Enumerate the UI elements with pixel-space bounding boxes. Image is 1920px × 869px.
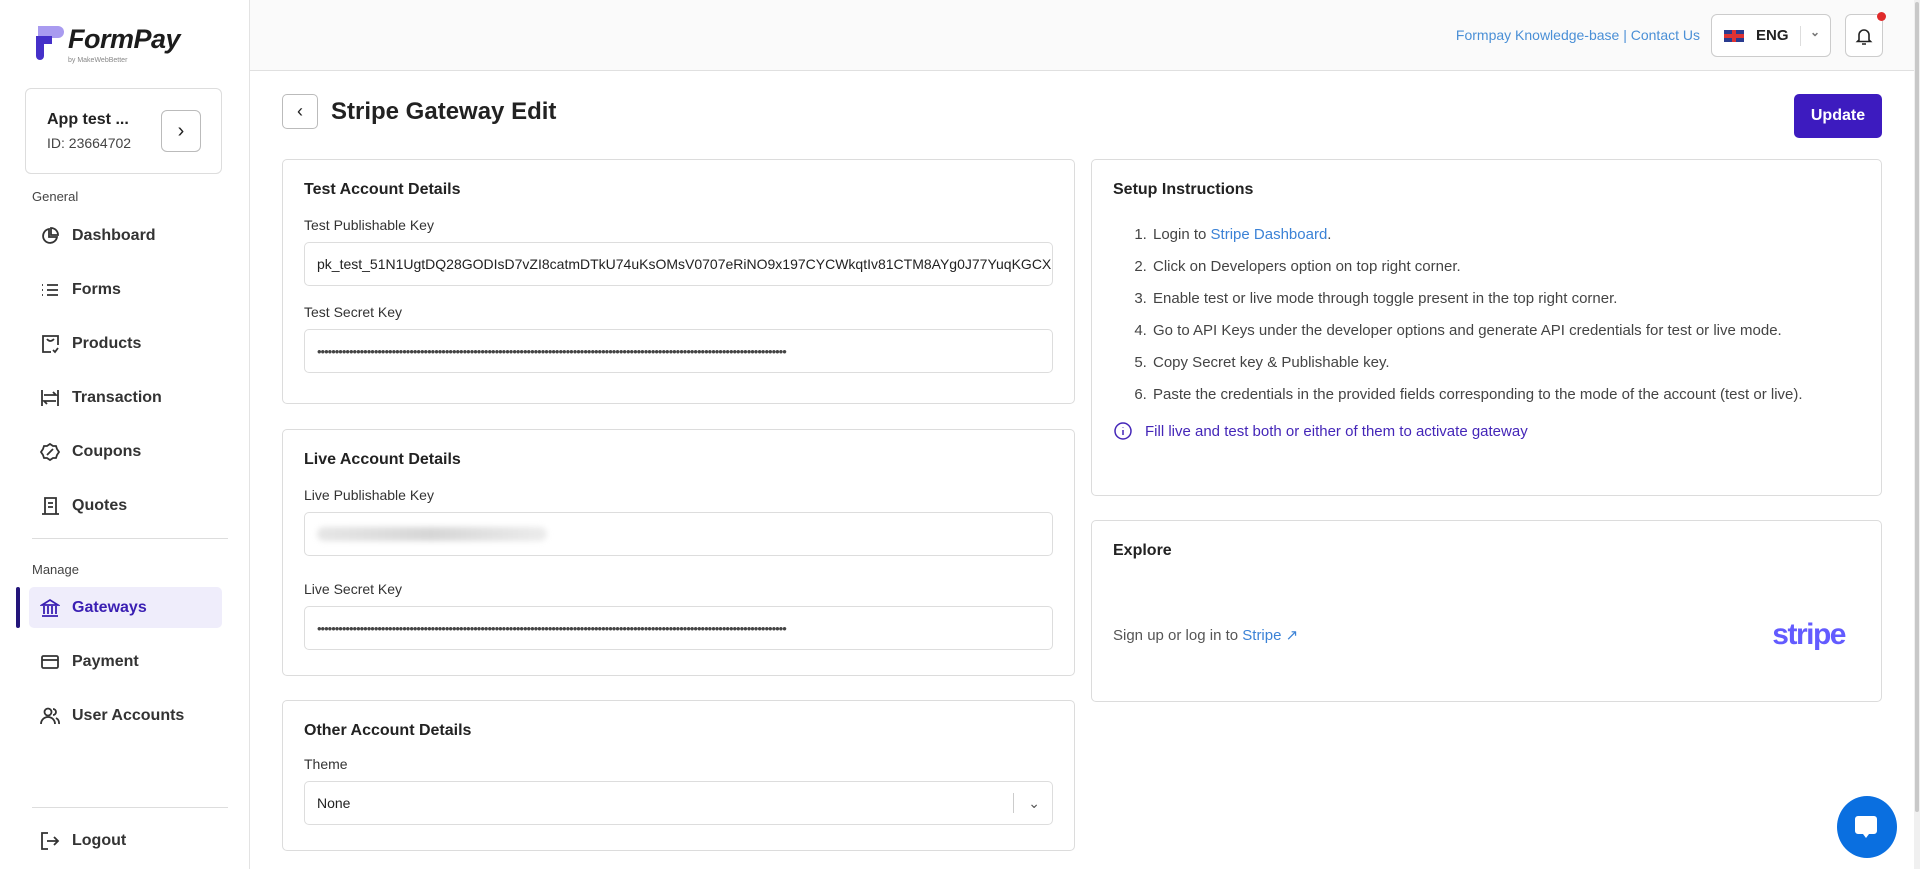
bank-icon <box>40 598 60 617</box>
page-title: Stripe Gateway Edit <box>331 98 557 125</box>
list-icon <box>42 283 58 296</box>
product-icon <box>42 334 59 353</box>
back-button[interactable]: ‹ <box>282 94 318 129</box>
card-icon <box>41 654 59 669</box>
knowledge-base-link[interactable]: Formpay Knowledge-base <box>1456 27 1619 43</box>
stripe-link[interactable]: Stripe <box>1242 627 1281 644</box>
chevron-left-icon: ‹ <box>297 101 303 121</box>
uk-flag-icon <box>1724 29 1744 42</box>
test-publishable-key-input[interactable]: pk_test_51N1UgtDQ28GODIsD7vZI8catmDTkU74… <box>304 242 1053 286</box>
stripe-logo: stripe <box>1772 618 1846 651</box>
app-switch-button[interactable]: › <box>161 110 201 152</box>
transfer-icon <box>41 389 59 406</box>
field-label: Test Publishable Key <box>304 217 434 233</box>
notification-dot <box>1877 12 1886 21</box>
field-label: Live Publishable Key <box>304 487 434 503</box>
chevron-down-icon: ⌄ <box>1028 794 1040 811</box>
sidebar-item-payment[interactable]: Payment <box>29 641 222 682</box>
sidebar-divider <box>32 538 228 539</box>
header-links: Formpay Knowledge-base | Contact Us <box>1455 27 1700 43</box>
sidebar-item-gateways[interactable]: Gateways <box>29 587 222 628</box>
sidebar-item-quotes[interactable]: Quotes <box>29 485 222 526</box>
step: Click on Developers option on top right … <box>1151 257 1860 277</box>
blurred-value <box>317 527 547 541</box>
sidebar-item-dashboard[interactable]: Dashboard <box>29 215 222 256</box>
step: Enable test or live mode through toggle … <box>1151 289 1860 309</box>
field-label: Test Secret Key <box>304 304 403 320</box>
step: Copy Secret key & Publishable key. <box>1151 353 1860 373</box>
sidebar-divider <box>32 807 228 808</box>
formpay-logo: FormPay by MakeWebBetter <box>34 24 181 64</box>
explore-text: Sign up or log in to Stripe ↗ <box>1113 627 1299 644</box>
coupon-icon <box>40 442 60 461</box>
language-select[interactable]: ENG ⌄ <box>1711 14 1831 57</box>
sidebar-item-forms[interactable]: Forms <box>29 269 222 310</box>
sidebar-item-transaction[interactable]: Transaction <box>29 377 222 418</box>
explore-card: Explore Sign up or log in to Stripe ↗ st… <box>1091 520 1882 702</box>
live-publishable-key-input[interactable] <box>304 512 1053 556</box>
sidebar-item-coupons[interactable]: Coupons <box>29 431 222 472</box>
live-account-card: Live Account Details Live Publishable Ke… <box>282 429 1075 676</box>
theme-select[interactable]: None ⌄ <box>304 781 1053 825</box>
sidebar-item-user-accounts[interactable]: User Accounts <box>29 695 222 736</box>
scrollbar-thumb[interactable] <box>1915 2 1919 812</box>
field-label: Live Secret Key <box>304 581 403 597</box>
activation-note: Fill live and test both or either of the… <box>1113 421 1860 441</box>
selected-value: None <box>317 795 351 811</box>
sidebar-item-products[interactable]: Products <box>29 323 222 364</box>
card-title: Setup Instructions <box>1113 181 1254 198</box>
setup-instructions-card: Setup Instructions Login to Stripe Dashb… <box>1091 159 1882 496</box>
info-icon <box>1114 422 1132 440</box>
chevron-right-icon: › <box>177 119 185 142</box>
sidebar: FormPay by MakeWebBetter App test ... ID… <box>0 0 250 869</box>
stripe-dashboard-link[interactable]: Stripe Dashboard <box>1211 226 1328 243</box>
other-account-card: Other Account Details Theme None ⌄ <box>282 700 1075 851</box>
formpay-logo-icon <box>36 26 64 60</box>
card-title: Other Account Details <box>304 722 472 739</box>
app-switcher-card: App test ... ID: 23664702 › <box>25 88 222 174</box>
external-link-icon: ↗ <box>1285 627 1299 644</box>
test-account-card: Test Account Details Test Publishable Ke… <box>282 159 1075 404</box>
chat-icon <box>1855 816 1877 838</box>
live-secret-key-input[interactable]: ••••••••••••••••••••••••••••••••••••••••… <box>304 606 1053 650</box>
contact-us-link[interactable]: Contact Us <box>1631 27 1700 43</box>
section-label-general: General <box>32 189 79 204</box>
update-button[interactable]: Update <box>1794 94 1882 138</box>
card-title: Explore <box>1113 542 1172 559</box>
chat-widget-button[interactable] <box>1837 796 1897 858</box>
field-label: Theme <box>304 756 348 772</box>
card-title: Live Account Details <box>304 451 461 468</box>
users-icon <box>40 707 60 724</box>
card-title: Test Account Details <box>304 181 461 198</box>
step: Login to Stripe Dashboard. <box>1151 225 1860 245</box>
logout-button[interactable]: Logout <box>29 820 222 861</box>
step: Paste the credentials in the provided fi… <box>1151 385 1860 405</box>
top-header: Formpay Knowledge-base | Contact Us ENG ⌄ <box>250 0 1920 71</box>
section-label-manage: Manage <box>32 562 79 577</box>
logout-icon <box>41 831 60 850</box>
bell-icon <box>1855 28 1873 45</box>
test-secret-key-input[interactable]: ••••••••••••••••••••••••••••••••••••••••… <box>304 329 1053 373</box>
chevron-down-icon: ⌄ <box>1809 25 1820 39</box>
receipt-icon <box>42 496 59 515</box>
setup-steps: Login to Stripe Dashboard. Click on Deve… <box>1151 225 1860 405</box>
notifications-button[interactable] <box>1845 12 1886 57</box>
active-indicator <box>16 587 20 628</box>
step: Go to API Keys under the developer optio… <box>1151 321 1860 341</box>
pie-chart-icon <box>42 226 59 244</box>
